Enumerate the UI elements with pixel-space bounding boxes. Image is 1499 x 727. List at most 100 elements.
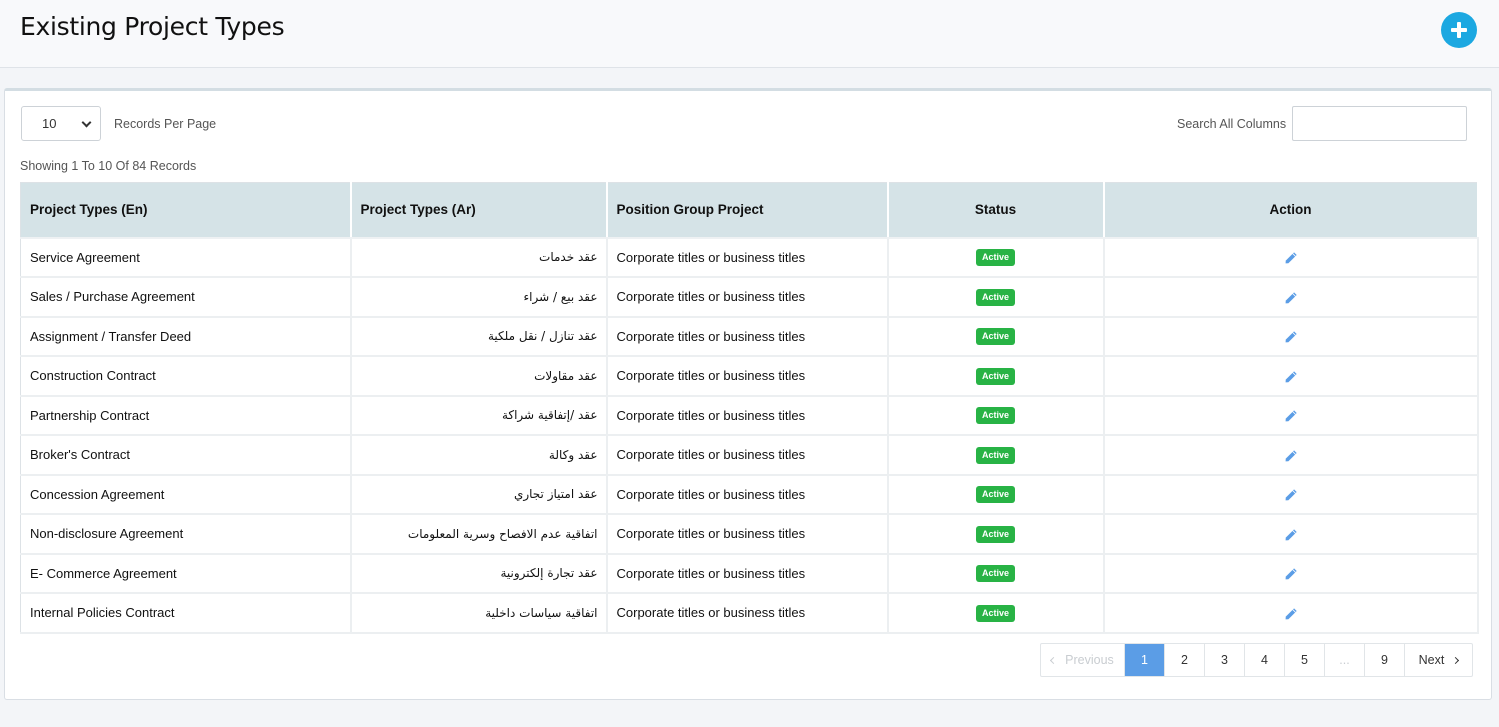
records-per-page-select[interactable]: 10: [21, 106, 101, 141]
cell-position-group: Corporate titles or business titles: [606, 277, 889, 318]
cell-project-type-ar: عقد تنازل / نقل ملكية: [350, 316, 608, 357]
cell-status: Active: [887, 514, 1105, 555]
cell-action: [1103, 474, 1479, 515]
cell-project-type-ar-text: عقد تجارة إلكترونية: [500, 566, 598, 581]
status-badge: Active: [975, 407, 1015, 425]
table-row: Internal Policies Contract اتفاقية سياسات…: [20, 593, 1479, 634]
cell-status: Active: [887, 316, 1105, 357]
status-badge: Active: [975, 249, 1015, 267]
cell-project-type-ar-text: عقد خدمات: [539, 250, 598, 265]
cell-status: Active: [887, 277, 1105, 318]
cell-position-group: Corporate titles or business titles: [606, 435, 889, 476]
cell-project-type-en: Construction Contract: [20, 356, 352, 397]
cell-action: [1103, 553, 1479, 594]
cell-project-type-ar-text: اتفاقية سياسات داخلية: [485, 605, 598, 620]
status-badge: Active: [975, 367, 1015, 385]
cell-status: Active: [887, 237, 1105, 278]
cell-status: Active: [887, 356, 1105, 397]
cell-position-group: Corporate titles or business titles: [606, 356, 889, 397]
cell-project-type-ar-text: عقد بيع / شراء: [523, 289, 598, 304]
table-row: Non-disclosure Agreement اتفاقية عدم الاف…: [20, 514, 1479, 555]
cell-position-group: Corporate titles or business titles: [606, 474, 889, 515]
table-row: Partnership Contract عقد /إتفاقية شراكة Co…: [20, 395, 1479, 436]
records-per-page-value: 10: [42, 116, 57, 131]
cell-project-type-ar: عقد /إتفاقية شراكة: [350, 395, 608, 436]
table-row: Concession Agreement عقد امتياز تجاري Corp…: [20, 474, 1479, 515]
chevron-left-icon: [1050, 656, 1058, 664]
cell-project-type-ar-text: عقد مقاولات: [534, 368, 598, 383]
pencil-icon[interactable]: [1284, 291, 1298, 305]
chevron-right-icon: [1452, 656, 1460, 664]
pencil-icon[interactable]: [1284, 330, 1298, 344]
cell-status: Active: [887, 395, 1105, 436]
page-button-2[interactable]: 2: [1165, 644, 1205, 676]
cell-project-type-en: E- Commerce Agreement: [20, 553, 352, 594]
pencil-icon[interactable]: [1284, 488, 1298, 502]
add-project-type-button[interactable]: [1441, 12, 1477, 48]
cell-project-type-ar: اتفاقية عدم الافصاح وسرية المعلومات: [350, 514, 608, 555]
cell-project-type-ar-text: عقد امتياز تجاري: [513, 487, 598, 502]
column-header-action: Action: [1103, 182, 1479, 239]
project-types-card: 10 Records Per Page Search All Columns S…: [4, 88, 1492, 700]
cell-project-type-ar-text: عقد تنازل / نقل ملكية: [487, 329, 598, 344]
chevron-down-icon: [81, 117, 92, 128]
pencil-icon[interactable]: [1284, 528, 1298, 542]
cell-position-group: Corporate titles or business titles: [606, 316, 889, 357]
cell-action: [1103, 316, 1479, 357]
page-button-9[interactable]: 9: [1365, 644, 1405, 676]
pencil-icon[interactable]: [1284, 567, 1298, 581]
table-row: Construction Contract عقد مقاولات Corporat…: [20, 356, 1479, 397]
status-badge: Active: [975, 288, 1015, 306]
cell-position-group: Corporate titles or business titles: [606, 514, 889, 555]
cell-project-type-ar: عقد مقاولات: [350, 356, 608, 397]
cell-project-type-ar: عقد تجارة إلكترونية: [350, 553, 608, 594]
records-summary: Showing 1 To 10 Of 84 Records: [20, 159, 197, 173]
cell-action: [1103, 593, 1479, 634]
status-badge: Active: [975, 604, 1015, 622]
project-types-table: Project Types (En) Project Types (Ar) Po…: [20, 182, 1479, 634]
pencil-icon[interactable]: [1284, 251, 1298, 265]
page-button-1[interactable]: 1: [1125, 644, 1165, 676]
cell-action: [1103, 356, 1479, 397]
cell-status: Active: [887, 553, 1105, 594]
pagination: Previous 1 2 3 4 5 ... 9 Next: [1040, 643, 1473, 677]
pencil-icon[interactable]: [1284, 607, 1298, 621]
cell-status: Active: [887, 593, 1105, 634]
pencil-icon[interactable]: [1284, 370, 1298, 384]
cell-action: [1103, 277, 1479, 318]
column-header-group[interactable]: Position Group Project: [606, 182, 889, 239]
status-badge: Active: [975, 328, 1015, 346]
table-row: E- Commerce Agreement عقد تجارة إلكترونية…: [20, 553, 1479, 594]
column-header-en[interactable]: Project Types (En): [20, 182, 352, 239]
page-ellipsis: ...: [1325, 644, 1365, 676]
cell-project-type-en: Concession Agreement: [20, 474, 352, 515]
page-button-5[interactable]: 5: [1285, 644, 1325, 676]
cell-status: Active: [887, 435, 1105, 476]
table-row: Sales / Purchase Agreement عقد بيع / شراء…: [20, 277, 1479, 318]
status-badge: Active: [975, 486, 1015, 504]
cell-project-type-en: Assignment / Transfer Deed: [20, 316, 352, 357]
search-input[interactable]: [1292, 106, 1467, 141]
previous-page-button[interactable]: Previous: [1041, 644, 1125, 676]
table-row: Broker's Contract عقد وكالة Corporate titl…: [20, 435, 1479, 476]
cell-project-type-ar: عقد خدمات: [350, 237, 608, 278]
cell-status: Active: [887, 474, 1105, 515]
cell-project-type-ar-text: عقد وكالة: [548, 447, 598, 462]
table-row: Assignment / Transfer Deed عقد تنازل / نق…: [20, 316, 1479, 357]
cell-action: [1103, 237, 1479, 278]
cell-project-type-ar: عقد وكالة: [350, 435, 608, 476]
column-header-ar[interactable]: Project Types (Ar): [350, 182, 608, 239]
status-badge: Active: [975, 565, 1015, 583]
records-per-page-label: Records Per Page: [114, 117, 217, 131]
next-page-button[interactable]: Next: [1405, 644, 1472, 676]
cell-project-type-en: Internal Policies Contract: [20, 593, 352, 634]
page-button-4[interactable]: 4: [1245, 644, 1285, 676]
pencil-icon[interactable]: [1284, 449, 1298, 463]
status-badge: Active: [975, 525, 1015, 543]
table-body: Service Agreement عقد خدمات Corporate titl…: [20, 237, 1479, 634]
next-label: Next: [1418, 653, 1445, 667]
cell-action: [1103, 435, 1479, 476]
column-header-status[interactable]: Status: [887, 182, 1105, 239]
page-button-3[interactable]: 3: [1205, 644, 1245, 676]
pencil-icon[interactable]: [1284, 409, 1298, 423]
